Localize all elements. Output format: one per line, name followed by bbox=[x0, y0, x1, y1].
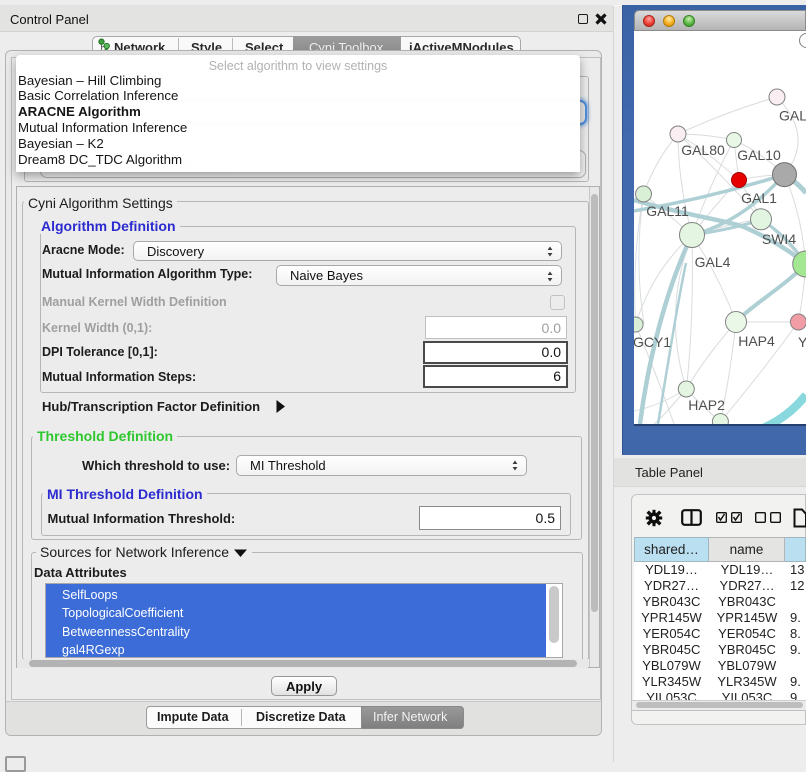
svg-text:SWI4: SWI4 bbox=[762, 231, 796, 247]
svg-text:GAL80: GAL80 bbox=[681, 142, 725, 158]
svg-text:HAP4: HAP4 bbox=[738, 333, 775, 349]
svg-text:HAP2: HAP2 bbox=[688, 397, 725, 413]
svg-text:GAL10: GAL10 bbox=[737, 147, 781, 163]
svg-text:GAL7: GAL7 bbox=[779, 108, 806, 124]
svg-text:GAL11: GAL11 bbox=[646, 203, 689, 219]
svg-text:GAL4: GAL4 bbox=[695, 254, 731, 270]
svg-text:GCY1: GCY1 bbox=[634, 334, 671, 350]
svg-text:GAL1: GAL1 bbox=[741, 190, 777, 206]
svg-text:YJ: YJ bbox=[798, 334, 806, 350]
